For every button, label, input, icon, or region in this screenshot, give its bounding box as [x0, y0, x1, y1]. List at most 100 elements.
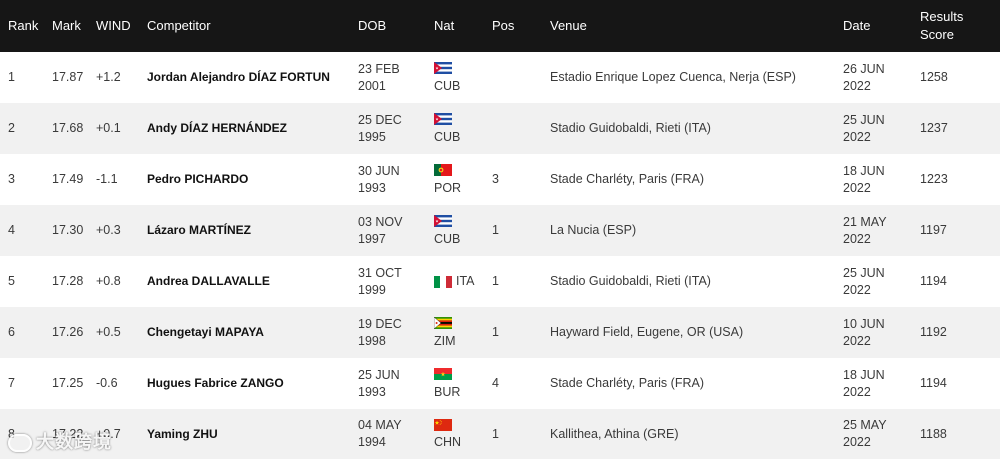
- competitor-link[interactable]: Hugues Fabrice ZANGO: [147, 358, 358, 409]
- table-row[interactable]: 7 17.25 -0.6 Hugues Fabrice ZANGO 25 JUN 1993…: [0, 358, 1000, 409]
- results-score-header[interactable]: Results Score: [920, 0, 1000, 52]
- dob-cell: 04 MAY 1994: [358, 409, 434, 459]
- results-table: Rank Mark WIND Competitor DOB Nat Pos Ve…: [0, 0, 1000, 459]
- dob-year: 1994: [358, 435, 386, 449]
- date-day-month: 18 JUN: [843, 367, 885, 382]
- mark-cell: 17.25: [52, 376, 84, 390]
- wind-cell: +0.8: [96, 274, 121, 288]
- date-year: 2022: [843, 333, 871, 348]
- mark-cell: 17.28: [52, 274, 84, 288]
- date-year: 2022: [843, 180, 871, 195]
- date-day-month: 10 JUN: [843, 316, 885, 331]
- watermark: 大数跨境: [8, 428, 112, 454]
- results-score-cell: 1194: [920, 274, 947, 288]
- date-day-month: 25 MAY: [843, 418, 887, 432]
- nat-code: CHN: [434, 435, 462, 449]
- nat-cell: CUB: [434, 205, 492, 256]
- competitor-link[interactable]: Andy DÍAZ HERNÁNDEZ: [147, 103, 358, 154]
- competitor-link[interactable]: Pedro PICHARDO: [147, 154, 358, 205]
- dob-day-month: 03 NOV: [358, 214, 403, 229]
- nat-code: ZIM: [434, 333, 456, 348]
- mark-cell: 17.30: [52, 223, 84, 237]
- dob-day-month: 25 JUN: [358, 367, 400, 382]
- date-cell: 10 JUN 2022: [843, 307, 920, 358]
- venue-cell: Stade Charléty, Paris (FRA): [550, 376, 704, 390]
- rank-header[interactable]: Rank: [0, 0, 52, 52]
- dob-cell: 25 DEC 1995: [358, 103, 434, 154]
- dob-header[interactable]: DOB: [358, 0, 434, 52]
- table-row[interactable]: 3 17.49 -1.1 Pedro PICHARDO 30 JUN 1993 POR 3 St…: [0, 154, 1000, 205]
- table-row[interactable]: 1 17.87 +1.2 Jordan Alejandro DÍAZ FORTUN 23…: [0, 52, 1000, 103]
- rank-cell: 4: [8, 223, 15, 237]
- nat-cell: ZIM: [434, 307, 492, 358]
- results-score-cell: 1258: [920, 70, 948, 84]
- mark-cell: 17.49: [52, 172, 84, 186]
- results-score-cell: 1192: [920, 325, 947, 339]
- date-cell: 25 JUN 2022: [843, 256, 920, 307]
- pos-header[interactable]: Pos: [492, 0, 550, 52]
- nat-code: POR: [434, 180, 462, 195]
- competitor-link[interactable]: Lázaro MARTÍNEZ: [147, 205, 358, 256]
- dob-cell: 19 DEC 1998: [358, 307, 434, 358]
- pos-cell: 1: [492, 223, 499, 237]
- mark-header[interactable]: Mark: [52, 0, 96, 52]
- date-year: 2022: [843, 231, 871, 246]
- zimbabwe-flag-icon: [434, 317, 452, 331]
- date-year: 2022: [843, 78, 871, 93]
- table-row[interactable]: 5 17.28 +0.8 Andrea DALLAVALLE 31 OCT 1999 ITA…: [0, 256, 1000, 307]
- dob-year: 1997: [358, 231, 386, 246]
- wind-cell: +1.2: [96, 70, 121, 84]
- venue-cell: Stadio Guidobaldi, Rieti (ITA): [550, 121, 711, 135]
- dob-year: 1999: [358, 282, 386, 297]
- date-cell: 25 MAY 2022: [843, 409, 920, 459]
- venue-cell: Kallithea, Athina (GRE): [550, 426, 679, 441]
- wind-cell: -0.6: [96, 376, 118, 390]
- watermark-logo-icon: [8, 434, 32, 453]
- date-day-month: 25 JUN: [843, 265, 885, 280]
- dob-cell: 31 OCT 1999: [358, 256, 434, 307]
- competitor-link[interactable]: Chengetayi MAPAYA: [147, 307, 358, 358]
- table-row[interactable]: 4 17.30 +0.3 Lázaro MARTÍNEZ 03 NOV 1997 CUB 1 L…: [0, 205, 1000, 256]
- nat-cell: ITA: [434, 256, 492, 307]
- table-row[interactable]: 2 17.68 +0.1 Andy DÍAZ HERNÁNDEZ 25 DEC 1995 C…: [0, 103, 1000, 154]
- results-score-header-line2: Score: [920, 27, 954, 42]
- table-row[interactable]: 6 17.26 +0.5 Chengetayi MAPAYA 19 DEC 1998 ZIM…: [0, 307, 1000, 358]
- competitor-link[interactable]: Andrea DALLAVALLE: [147, 256, 358, 307]
- nat-code: CUB: [434, 129, 461, 144]
- competitor-header[interactable]: Competitor: [147, 0, 358, 52]
- venue-cell: La Nucia (ESP): [550, 223, 637, 237]
- wind-cell: +0.3: [96, 223, 121, 237]
- dob-cell: 03 NOV 1997: [358, 205, 434, 256]
- pos-cell: 1: [492, 274, 499, 288]
- venue-cell: Stadio Guidobaldi, Rieti (ITA): [550, 274, 711, 288]
- mark-cell: 17.87: [52, 70, 84, 84]
- date-cell: 25 JUN 2022: [843, 103, 920, 154]
- venue-cell: Hayward Field, Eugene, OR (USA): [550, 325, 744, 339]
- wind-header[interactable]: WIND: [96, 0, 147, 52]
- cuba-flag-icon: [434, 113, 452, 127]
- competitor-link[interactable]: Jordan Alejandro DÍAZ FORTUN: [147, 52, 358, 103]
- pos-cell: 3: [492, 172, 499, 186]
- dob-year: 1993: [358, 180, 386, 195]
- nat-code: BUR: [434, 384, 461, 399]
- pos-cell: 4: [492, 376, 499, 390]
- date-header[interactable]: Date: [843, 0, 920, 52]
- dob-year: 2001: [358, 78, 386, 93]
- venue-cell: Stade Charléty, Paris (FRA): [550, 172, 704, 186]
- rank-cell: 7: [8, 376, 15, 390]
- date-year: 2022: [843, 384, 871, 399]
- dob-day-month: 31 OCT: [358, 265, 402, 280]
- watermark-text: 大数跨境: [36, 432, 112, 452]
- nat-code: CUB: [434, 231, 461, 246]
- nat-header[interactable]: Nat: [434, 0, 492, 52]
- nat-cell: CHN: [434, 409, 492, 459]
- table-row[interactable]: 8 17.22 +0.7 Yaming ZHU 04 MAY 1994 CHN 1 Kallit…: [0, 409, 1000, 459]
- results-score-header-line1: Results: [920, 9, 964, 24]
- venue-header[interactable]: Venue: [550, 0, 843, 52]
- wind-cell: +0.5: [96, 325, 121, 339]
- competitor-link[interactable]: Yaming ZHU: [147, 409, 358, 459]
- date-cell: 18 JUN 2022: [843, 154, 920, 205]
- nat-cell: BUR: [434, 358, 492, 409]
- nat-code: CUB: [434, 78, 461, 93]
- results-table-body: 1 17.87 +1.2 Jordan Alejandro DÍAZ FORTUN 23…: [0, 52, 1000, 459]
